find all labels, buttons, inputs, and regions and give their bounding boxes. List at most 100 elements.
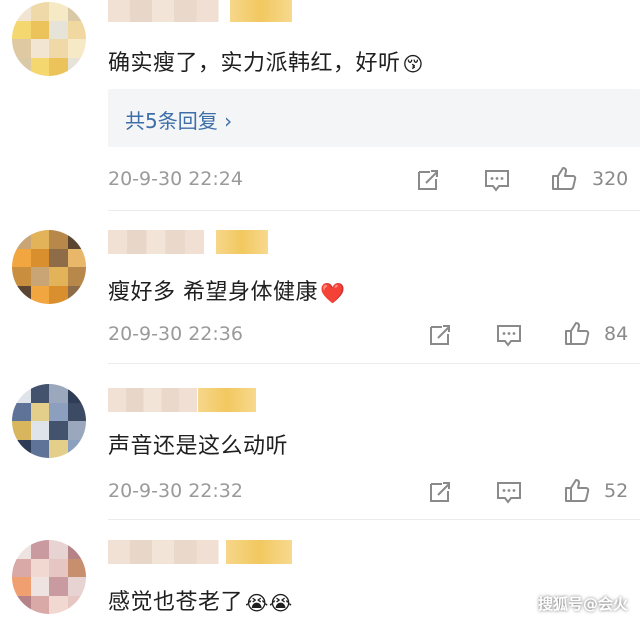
avatar-mosaic-tile [12,540,31,559]
username-blurred[interactable] [108,540,292,564]
comment-emoji: 😚 [402,52,424,76]
watermark: 搜狐号@会火 [537,595,628,613]
avatar-mosaic-tile [49,421,68,440]
username-blurred[interactable] [108,388,256,412]
avatar-mosaic-tile [30,20,50,40]
avatar-mosaic-tile [67,384,86,403]
replies-link[interactable]: 共5条回复 › [125,105,232,134]
avatar-mosaic-tile [49,20,68,40]
divider [108,210,640,211]
avatar-mosaic-tile [30,439,50,458]
avatar-mosaic-tile [12,285,31,304]
avatar-mosaic-tile [30,402,50,422]
avatar-mosaic-tile [67,540,86,559]
divider [108,519,640,520]
avatar-mosaic-tile [67,421,86,440]
avatar-mosaic-tile [67,402,86,422]
comment-emoji: 😭😭 [245,591,293,615]
avatar-mosaic-tile [49,285,68,304]
avatar-mosaic-tile [49,2,68,21]
avatar-mosaic-tile [12,230,31,249]
avatar-mosaic-tile [12,402,31,422]
comment-icon[interactable] [483,166,511,194]
share-icon[interactable] [426,478,454,506]
avatar-mosaic-tile [49,577,68,596]
avatar-mosaic-tile [30,540,50,559]
avatar-mosaic-tile [12,267,31,286]
avatar[interactable] [12,384,86,458]
like-icon[interactable] [563,319,591,347]
comment-icon[interactable] [495,478,523,506]
replies-box[interactable]: 共5条回复 › [108,89,640,147]
avatar-mosaic-tile [49,248,68,268]
avatar-mosaic-tile [67,230,86,249]
comment-emoji: ❤️ [320,281,346,305]
username-blurred[interactable] [108,0,292,22]
avatar-mosaic-tile [67,577,86,596]
avatar-mosaic-tile [12,2,31,21]
avatar-mosaic-tile [49,39,68,58]
comment-body: 声音还是这么动听 [108,434,289,459]
comment-body: 确实瘦了，实力派韩红，好听 [108,51,401,76]
avatar-mosaic-tile [30,248,50,268]
avatar-mosaic-tile [67,595,86,614]
divider [108,363,640,364]
comment-icon[interactable] [495,321,523,349]
avatar-mosaic-tile [49,595,68,614]
avatar-mosaic-tile [30,421,50,440]
avatar-mosaic-tile [67,57,86,76]
share-icon[interactable] [426,321,454,349]
avatar-mosaic-tile [49,230,68,249]
comment-text: 声音还是这么动听 [108,428,288,460]
badge-blurred [230,0,292,22]
avatar-mosaic-tile [30,558,50,578]
avatar-mosaic-tile [67,2,86,21]
comment-body: 瘦好多 希望身体健康 [108,280,318,305]
like-count: 84 [604,323,629,345]
share-icon[interactable] [414,166,442,194]
timestamp: 20-9-30 22:36 [108,323,243,345]
avatar-mosaic-tile [30,595,50,614]
avatar-mosaic-tile [30,39,50,58]
timestamp: 20-9-30 22:32 [108,480,243,502]
avatar-mosaic-tile [49,57,68,76]
avatar-mosaic-tile [67,248,86,268]
avatar-mosaic-tile [49,267,68,286]
avatar-mosaic-tile [49,402,68,422]
username-blurred[interactable] [108,230,268,254]
avatar-mosaic-tile [12,577,31,596]
avatar-mosaic-tile [12,248,31,268]
comment-text: 确实瘦了，实力派韩红，好听 😚 [108,45,424,77]
like-icon[interactable] [550,164,578,192]
badge-blurred [216,230,268,254]
avatar[interactable] [12,2,86,76]
like-count: 52 [604,480,629,502]
avatar-mosaic-tile [12,57,31,76]
like-count: 320 [592,168,629,190]
avatar-mosaic-tile [49,540,68,559]
badge-blurred [198,388,256,412]
avatar-mosaic-tile [12,595,31,614]
comment-text: 瘦好多 希望身体健康 ❤️ [108,274,345,306]
avatar-mosaic-tile [49,558,68,578]
avatar[interactable] [12,540,86,614]
avatar-mosaic-tile [30,2,50,21]
avatar-mosaic-tile [67,267,86,286]
avatar-mosaic-tile [12,558,31,578]
avatar-mosaic-tile [67,558,86,578]
comment-body: 感觉也苍老了 [108,590,244,615]
avatar-mosaic-tile [30,577,50,596]
avatar-mosaic-tile [30,230,50,249]
avatar-mosaic-tile [49,439,68,458]
avatar-mosaic-tile [12,439,31,458]
badge-blurred [226,540,292,564]
comment-text: 感觉也苍老了 😭😭 [108,584,293,616]
avatar-mosaic-tile [12,384,31,403]
like-icon[interactable] [563,476,591,504]
avatar-mosaic-tile [30,285,50,304]
avatar-mosaic-tile [30,384,50,403]
avatar-mosaic-tile [67,39,86,58]
avatar[interactable] [12,230,86,304]
avatar-mosaic-tile [67,285,86,304]
avatar-mosaic-tile [12,20,31,40]
